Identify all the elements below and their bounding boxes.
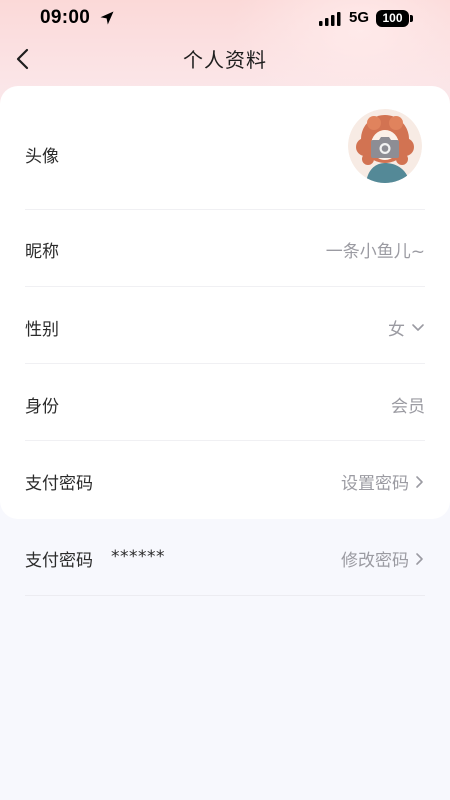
battery-icon: 100 — [376, 10, 409, 27]
profile-card: 头像 昵称 一条小鱼儿~ 性别 女 身份 会员 支付密码 设置密码 — [0, 86, 450, 519]
password-mask: ****** — [111, 547, 165, 567]
page-title: 个人资料 — [183, 48, 267, 72]
camera-icon — [371, 137, 399, 158]
battery-tip — [410, 15, 413, 22]
network-type: 5G — [349, 9, 370, 26]
gender-row[interactable]: 性别 女 — [25, 287, 425, 364]
nickname-label: 昵称 — [25, 242, 59, 262]
nickname-row[interactable]: 昵称 一条小鱼儿~ — [25, 210, 425, 287]
pay-password-label: 支付密码 — [25, 474, 93, 494]
avatar[interactable] — [348, 109, 422, 183]
chevron-down-icon — [412, 323, 424, 331]
nickname-value: 一条小鱼儿~ — [325, 242, 425, 262]
gender-value: 女 — [388, 320, 405, 340]
chevron-right-icon — [416, 475, 423, 488]
gender-select[interactable]: 女 — [388, 315, 425, 340]
chevron-right-icon — [416, 552, 423, 565]
identity-row: 身份 会员 — [25, 364, 425, 441]
nav-bar: 个人资料 — [0, 38, 450, 82]
set-password-text: 设置密码 — [341, 474, 409, 494]
battery-level: 100 — [382, 11, 403, 25]
location-arrow-icon — [100, 11, 114, 25]
gender-label: 性别 — [25, 320, 59, 340]
avatar-label: 头像 — [25, 147, 59, 167]
pay-password-label-2: 支付密码 — [25, 551, 93, 571]
status-time: 09:00 — [40, 7, 91, 28]
modify-password-text: 修改密码 — [341, 551, 409, 571]
signal-icon — [319, 12, 341, 26]
identity-value: 会员 — [391, 397, 425, 417]
identity-label: 身份 — [25, 397, 59, 417]
modify-password-link[interactable]: 修改密码 — [341, 546, 425, 571]
status-bar: 09:00 5G 100 — [0, 0, 450, 38]
set-password-link[interactable]: 设置密码 — [341, 469, 425, 494]
pay-password-set-row[interactable]: 支付密码 设置密码 — [25, 441, 425, 519]
pay-password-modify-row[interactable]: 支付密码 ****** 修改密码 — [25, 519, 425, 596]
avatar-row[interactable]: 头像 — [25, 86, 425, 210]
